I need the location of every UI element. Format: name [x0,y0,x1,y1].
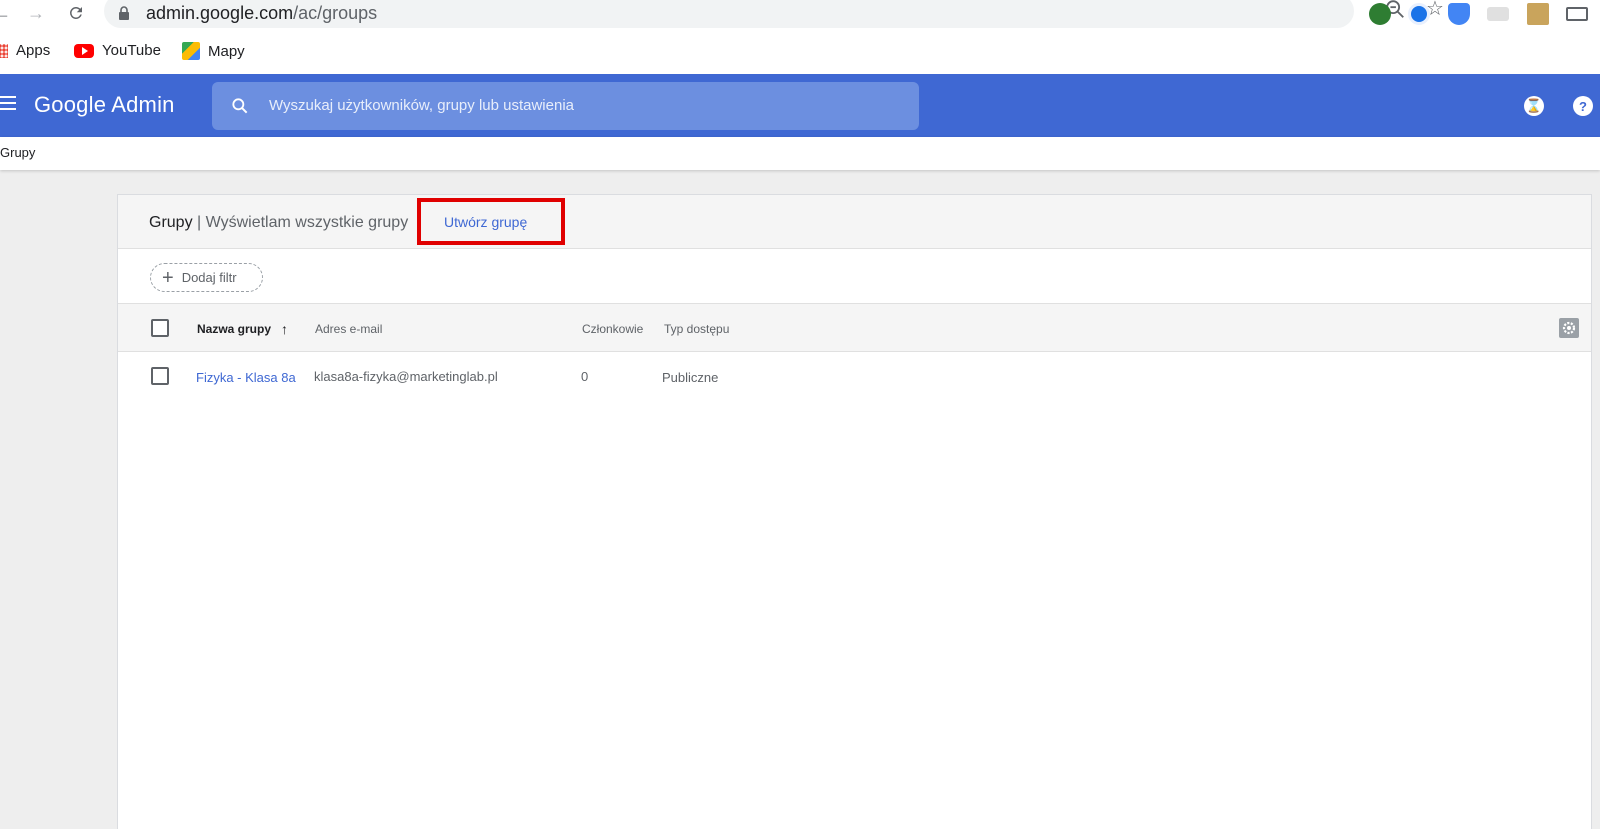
menu-icon[interactable] [0,96,16,114]
column-header-members[interactable]: Członkowie [582,322,643,336]
card-header: Grupy | Wyświetlam wszystkie grupy Utwór… [118,195,1591,249]
extension-badge-icon[interactable] [1448,3,1470,25]
bookmark-label: Mapy [208,42,245,60]
bookmark-maps[interactable]: Mapy [182,42,245,60]
cast-icon[interactable] [1566,7,1588,21]
logo[interactable]: Google Admin [34,92,175,118]
table-row[interactable]: Fizyka - Klasa 8a klasa8a-fizyka@marketi… [118,352,1548,400]
bookmarks-bar: Apps YouTube Mapy [0,28,1600,73]
page-title-subtitle: | Wyświetlam wszystkie grupy [197,214,409,231]
arrow-left-icon[interactable]: ← [0,2,14,24]
column-header-label: Nazwa grupy [197,322,272,336]
create-group-button[interactable]: Utwórz grupę [417,198,565,245]
create-group-label: Utwórz grupę [444,214,528,230]
select-all-checkbox[interactable] [151,319,169,337]
column-header-name[interactable]: Nazwa grupy ↑ [197,322,288,336]
group-access-type: Publiczne [662,370,719,385]
bookmark-label: Apps [16,42,51,59]
search-input[interactable]: Wyszukaj użytkowników, grupy lub ustawie… [212,82,919,130]
extension-shield-icon[interactable] [1408,3,1430,25]
apps-grid-icon [0,43,8,58]
bookmark-label: YouTube [102,42,161,59]
bookmark-apps[interactable]: Apps [0,42,50,59]
table-header: Nazwa grupy ↑ Adres e-mail Członkowie Ty… [118,304,1591,352]
plus-icon: + [162,266,174,289]
groups-card: Grupy | Wyświetlam wszystkie grupy Utwór… [117,194,1592,829]
arrow-right-icon[interactable]: → [24,2,48,24]
browser-toolbar: ← → admin.google.com/ac/groups ☆ [0,0,1600,28]
extension-film-icon[interactable] [1527,3,1549,25]
sort-ascending-icon: ↑ [281,321,289,337]
maps-icon [182,42,200,60]
app-header: Google Admin Wyszukaj użytkowników, grup… [0,74,1600,137]
group-members-count: 0 [581,369,589,384]
page-title: Grupy | Wyświetlam wszystkie grupy [149,214,408,232]
add-filter-button[interactable]: + Dodaj filtr [150,263,263,292]
address-bar[interactable]: admin.google.com/ac/groups ☆ [104,0,1444,28]
hourglass-icon[interactable]: ⌛ [1524,96,1544,116]
url-host: admin.google.com [146,3,294,23]
column-header-email[interactable]: Adres e-mail [315,322,382,336]
lock-icon [119,6,129,20]
gear-icon[interactable] [1559,318,1579,338]
row-checkbox[interactable] [151,367,169,385]
bookmark-youtube[interactable]: YouTube [74,42,161,59]
breadcrumb-bar: Grupy [0,137,1600,170]
url-path: /ac/groups [293,3,378,23]
extension-card-icon[interactable] [1487,7,1509,21]
page-title-main: Grupy [149,214,193,231]
reload-icon[interactable] [64,2,88,24]
search-icon [232,98,248,114]
column-header-access[interactable]: Typ dostępu [664,322,729,336]
help-icon[interactable]: ? [1573,96,1593,116]
group-email: klasa8a-fizyka@marketinglab.pl [314,369,498,384]
add-filter-label: Dodaj filtr [181,270,237,285]
youtube-icon [74,43,94,58]
group-name-link[interactable]: Fizyka - Klasa 8a [196,370,296,385]
search-placeholder: Wyszukaj użytkowników, grupy lub ustawie… [269,97,575,114]
extension-check-icon[interactable] [1369,3,1391,25]
main-area: Grupy | Wyświetlam wszystkie grupy Utwór… [0,170,1600,829]
url-text: admin.google.com/ac/groups [146,3,377,24]
filter-row: + Dodaj filtr [118,249,1591,304]
breadcrumb[interactable]: Grupy [0,145,35,160]
